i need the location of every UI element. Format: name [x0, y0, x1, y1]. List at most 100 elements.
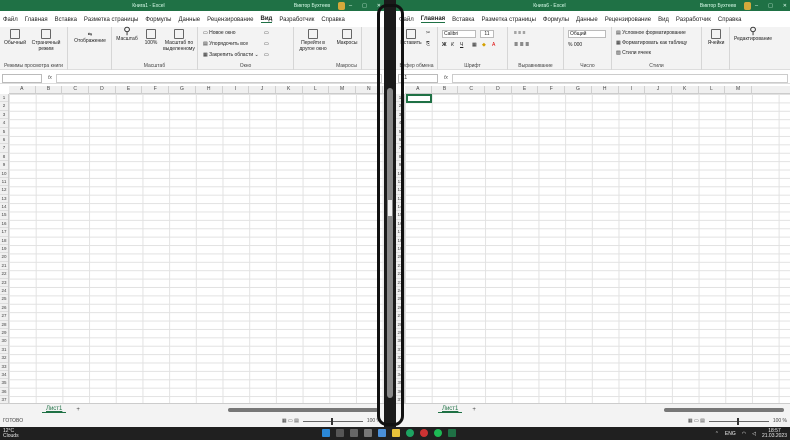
name-box[interactable]: [2, 73, 42, 83]
row-header[interactable]: 2: [0, 102, 8, 111]
row-header[interactable]: 36: [0, 388, 8, 397]
row-header[interactable]: 3: [0, 111, 8, 120]
name-box[interactable]: A1: [398, 73, 438, 83]
minimize-icon[interactable]: ─: [755, 3, 758, 9]
row-header[interactable]: 9: [0, 161, 8, 170]
selected-cell[interactable]: [406, 94, 432, 103]
spotify-icon[interactable]: [434, 429, 442, 437]
explorer-icon[interactable]: [392, 429, 400, 437]
language-indicator[interactable]: ENG: [725, 431, 736, 437]
percent-icon[interactable]: % 000: [568, 42, 582, 48]
switch-windows-button[interactable]: Перейти в другое окно: [296, 29, 330, 52]
bold-button[interactable]: Ж: [442, 42, 447, 48]
copy-icon[interactable]: ⎘: [426, 41, 430, 47]
cells-button[interactable]: Ячейки: [704, 29, 728, 46]
task-view-icon[interactable]: [350, 429, 358, 437]
add-sheet-icon[interactable]: +: [76, 407, 80, 413]
row-header[interactable]: 24: [0, 287, 8, 296]
column-header[interactable]: A: [405, 86, 432, 93]
maximize-icon[interactable]: □: [362, 3, 367, 9]
formula-input[interactable]: [451, 73, 788, 83]
zoom-slider[interactable]: [708, 417, 769, 425]
row-header[interactable]: 7: [0, 144, 8, 153]
align-left-icon[interactable]: ≣ ≣ ≣: [514, 42, 529, 48]
view-buttons[interactable]: ▦ ▭ ▤: [282, 418, 299, 424]
row-header[interactable]: 5: [0, 128, 8, 136]
tray-chevron-icon[interactable]: ⌃: [715, 431, 719, 437]
start-icon[interactable]: [322, 429, 330, 437]
row-header[interactable]: 19: [0, 245, 8, 254]
row-header[interactable]: 35: [0, 379, 8, 388]
column-header[interactable]: B: [432, 86, 459, 93]
cells-area[interactable]: [405, 94, 790, 403]
conditional-formatting-button[interactable]: ▤ Условное форматирование: [616, 30, 686, 36]
arrange-all-button[interactable]: ▤ Упорядочить все: [203, 41, 248, 47]
row-header[interactable]: 4: [0, 119, 8, 128]
avatar[interactable]: [744, 1, 752, 10]
row-header[interactable]: 29: [0, 329, 8, 338]
column-header[interactable]: A: [9, 86, 36, 93]
column-header[interactable]: B: [36, 86, 63, 93]
row-header[interactable]: 34: [0, 371, 8, 380]
fx-icon[interactable]: fx: [444, 75, 448, 81]
column-header[interactable]: M: [725, 86, 752, 93]
freeze-panes-button[interactable]: ▦ Закрепить области ⌄: [203, 52, 259, 58]
row-header[interactable]: 23: [0, 279, 8, 287]
new-window-button[interactable]: ▭ Новое окно: [203, 30, 236, 36]
column-header[interactable]: D: [485, 86, 512, 93]
zoom-slider[interactable]: [302, 417, 363, 425]
tab-help[interactable]: Справка: [321, 17, 345, 23]
zoom-percent[interactable]: 100 %: [773, 418, 787, 424]
search-icon[interactable]: [336, 429, 344, 437]
cut-icon[interactable]: ✂: [426, 30, 430, 36]
row-header[interactable]: 11: [0, 178, 8, 187]
display-button[interactable]: ⇆ Отображение: [74, 32, 106, 44]
zoom-button[interactable]: ⚲ Масштаб: [115, 27, 139, 43]
column-header[interactable]: C: [458, 86, 486, 93]
column-header[interactable]: J: [249, 86, 276, 93]
tab-formulas[interactable]: Формулы: [145, 17, 171, 23]
tab-developer[interactable]: Разработчик: [676, 17, 711, 23]
tab-help[interactable]: Справка: [718, 17, 742, 23]
font-size-select[interactable]: 11: [480, 30, 494, 38]
page-break-view-button[interactable]: Страничный режим: [30, 29, 62, 52]
tab-data[interactable]: Данные: [178, 17, 200, 23]
cell-styles-button[interactable]: ▧ Стили ячеек: [616, 50, 651, 56]
column-header[interactable]: M: [329, 86, 356, 93]
column-header[interactable]: L: [699, 86, 726, 93]
tab-page-layout[interactable]: Разметка страницы: [481, 17, 535, 23]
avatar[interactable]: [338, 1, 346, 10]
volume-icon[interactable]: ◁: [752, 431, 756, 437]
align-top-icon[interactable]: ≡ ≡ ≡: [514, 30, 526, 36]
tab-home[interactable]: Главная: [25, 17, 48, 23]
tab-formulas[interactable]: Формулы: [543, 17, 569, 23]
worksheet-grid[interactable]: ABCDEFGHIJKLM 1 2 3 4 5 6 7 8 9 10 11 12 13 14 15 16 17 1…: [396, 86, 790, 403]
tab-insert[interactable]: Вставка: [55, 17, 77, 23]
italic-button[interactable]: К: [451, 42, 454, 48]
maximize-icon[interactable]: □: [768, 3, 773, 9]
row-header[interactable]: 15: [0, 211, 8, 220]
row-header[interactable]: 20: [0, 253, 8, 262]
add-sheet-icon[interactable]: +: [472, 407, 476, 413]
column-header[interactable]: D: [89, 86, 116, 93]
number-format-select[interactable]: Общий: [568, 30, 606, 38]
row-header[interactable]: 16: [0, 220, 8, 229]
row-header[interactable]: 10: [0, 170, 8, 178]
row-header[interactable]: 21: [0, 262, 8, 271]
view-buttons[interactable]: ▦ ▭ ▤: [688, 418, 705, 424]
column-header[interactable]: K: [672, 86, 699, 93]
tab-view[interactable]: Вид: [260, 16, 273, 23]
tab-review[interactable]: Рецензирование: [605, 17, 651, 23]
editing-button[interactable]: ⚲ Редактирование: [732, 27, 774, 43]
tab-data[interactable]: Данные: [576, 17, 598, 23]
row-header[interactable]: 32: [0, 354, 8, 363]
row-header[interactable]: 27: [0, 312, 8, 321]
sheet-tab[interactable]: Лист1: [42, 406, 67, 413]
split-button[interactable]: ▭: [264, 30, 269, 36]
minimize-icon[interactable]: ─: [349, 3, 352, 9]
row-header[interactable]: 37: [0, 396, 8, 403]
column-header[interactable]: F: [538, 86, 566, 93]
worksheet-grid[interactable]: ABCDEFGHIJKLMN 1 2 3 4 5 6 7 8 9 10 11 12 13 14 15 16 17…: [0, 86, 384, 403]
normal-view-button[interactable]: Обычный: [2, 29, 28, 46]
column-header[interactable]: J: [645, 86, 672, 93]
